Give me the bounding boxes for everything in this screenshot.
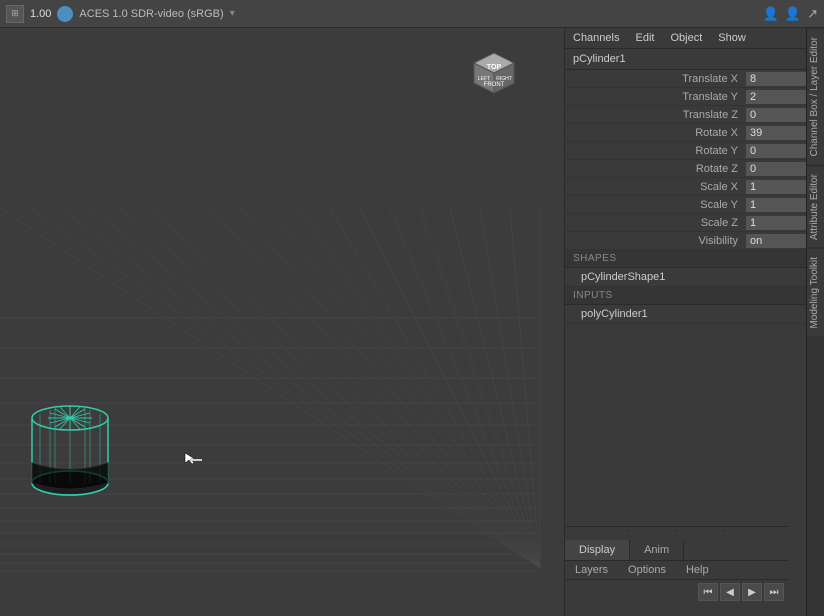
shapes-item[interactable]: pCylinderShape1 [565,268,806,287]
channel-name-rotate-y: Rotate Y [565,145,746,157]
channel-name-visibility: Visibility [565,235,746,247]
channel-row-rotate-z[interactable]: Rotate Z 0 [565,160,806,178]
viewport[interactable]: TOP RIGHT LEFT FRONT [0,28,564,616]
channel-name-scale-z: Scale Z [565,217,746,229]
channel-value-rotate-z[interactable]: 0 [746,162,806,176]
channel-row-scale-x[interactable]: Scale X 1 [565,178,806,196]
channel-value-translate-y[interactable]: 2 [746,90,806,104]
channel-name-rotate-z: Rotate Z [565,163,746,175]
sep-dots: · · · · · · · · · · · · · · · · · · · · … [565,527,788,540]
channel-value-scale-x[interactable]: 1 [746,180,806,194]
channel-row-scale-y[interactable]: Scale Y 1 [565,196,806,214]
channel-name-translate-y: Translate Y [565,91,746,103]
channel-value-rotate-x[interactable]: 39 [746,126,806,140]
modeling-toolkit-tab[interactable]: Modeling Toolkit [807,248,824,337]
channel-row-translate-z[interactable]: Translate Z 0 [565,106,806,124]
channel-row-rotate-x[interactable]: Rotate X 39 [565,124,806,142]
channel-row-translate-x[interactable]: Translate X 8 [565,70,806,88]
right-panel: Channels Edit Object Show pCylinder1 Tra… [564,28,824,616]
channel-value-rotate-y[interactable]: 0 [746,144,806,158]
channel-name-rotate-x: Rotate X [565,127,746,139]
attribute-editor-tab[interactable]: Attribute Editor [807,165,824,248]
channel-value-scale-z[interactable]: 1 [746,216,806,230]
top-bar: ⊞ 1.00 ACES 1.0 SDR-video (sRGB) ▾ 👤 👤 ↗ [0,0,824,28]
main-content: TOP RIGHT LEFT FRONT Channels Edit Objec… [0,28,824,616]
object-menu[interactable]: Object [662,28,710,48]
channel-value-translate-z[interactable]: 0 [746,108,806,122]
colorspace-label: ACES 1.0 SDR-video (sRGB) [79,8,223,20]
rewind-button[interactable]: ⏮ [698,583,718,601]
bottom-panel: · · · · · · · · · · · · · · · · · · · · … [565,526,788,616]
channel-name-translate-z: Translate Z [565,109,746,121]
anim-tab[interactable]: Anim [630,540,684,560]
show-menu[interactable]: Show [710,28,754,48]
user-icon[interactable]: 👤 [763,6,779,22]
forward-button[interactable]: ▶ [742,583,762,601]
bottom-tabs: Display Anim [565,540,788,561]
zoom-value: 1.00 [30,8,51,20]
share-icon[interactable]: ↗ [807,6,818,22]
channel-row-visibility[interactable]: Visibility on [565,232,806,250]
svg-text:TOP: TOP [487,64,502,71]
back-button[interactable]: ◀ [720,583,740,601]
layers-menu[interactable]: Layers [565,561,618,579]
channel-table: Translate X 8 Translate Y 2 Translate Z … [565,70,806,250]
grid-svg [0,28,564,616]
empty-area [565,324,806,526]
viewport-icon: ⊞ [6,5,24,23]
display-tab[interactable]: Display [565,540,630,560]
inputs-header: INPUTS [565,287,806,305]
channel-name-scale-y: Scale Y [565,199,746,211]
edit-menu[interactable]: Edit [627,28,662,48]
channel-value-visibility[interactable]: on [746,234,806,248]
channel-value-translate-x[interactable]: 8 [746,72,806,86]
channel-row-translate-y[interactable]: Translate Y 2 [565,88,806,106]
dropdown-arrow-icon[interactable]: ▾ [230,8,235,19]
object-name: pCylinder1 [565,49,806,70]
cursor-line [190,459,202,461]
channel-box-tab[interactable]: Channel Box / Layer Editor [807,28,824,165]
options-menu[interactable]: Options [618,561,676,579]
bottom-toolbar: ⏮ ◀ ▶ ⏭ [565,580,788,604]
shapes-header: SHAPES [565,250,806,268]
channels-menu[interactable]: Channels [565,28,627,48]
channel-name-translate-x: Translate X [565,73,746,85]
channel-row-rotate-y[interactable]: Rotate Y 0 [565,142,806,160]
bottom-menu: Layers Options Help [565,561,788,580]
fastforward-button[interactable]: ⏭ [764,583,784,601]
side-tabs: Channel Box / Layer Editor Attribute Edi… [806,28,824,616]
help-menu[interactable]: Help [676,561,719,579]
channel-name-scale-x: Scale X [565,181,746,193]
view-cube[interactable]: TOP RIGHT LEFT FRONT [464,43,524,103]
inputs-item[interactable]: polyCylinder1 [565,305,806,324]
svg-text:FRONT: FRONT [484,82,505,88]
user2-icon[interactable]: 👤 [785,6,801,22]
channel-row-scale-z[interactable]: Scale Z 1 [565,214,806,232]
panel-menubar: Channels Edit Object Show [565,28,806,49]
channel-box: Channels Edit Object Show pCylinder1 Tra… [565,28,806,616]
channel-value-scale-y[interactable]: 1 [746,198,806,212]
color-badge [57,6,73,22]
